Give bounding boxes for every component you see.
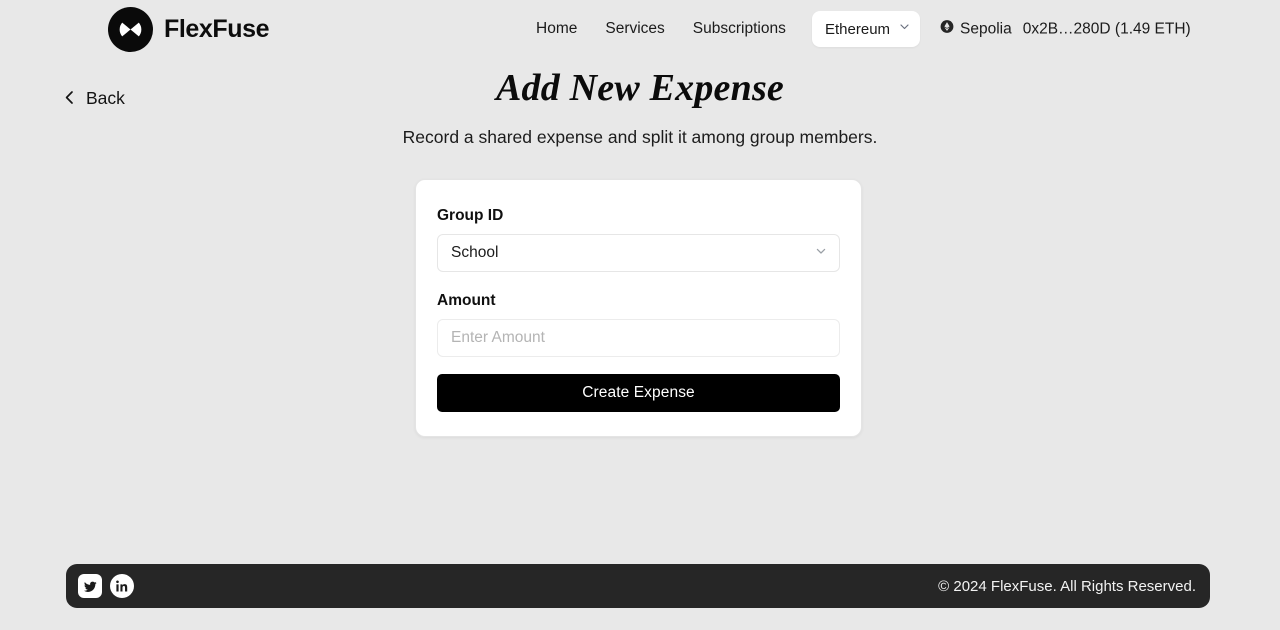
wallet-chain-label: Sepolia — [960, 20, 1012, 37]
amount-label: Amount — [437, 292, 496, 309]
nav-link-subscriptions[interactable]: Subscriptions — [693, 20, 786, 38]
back-button-label: Back — [86, 88, 125, 108]
amount-input[interactable] — [437, 319, 840, 357]
expense-form-card: Group ID School Amount Create Expense — [415, 179, 862, 437]
page-title: Add New Expense — [496, 67, 784, 109]
linkedin-icon[interactable] — [110, 574, 134, 598]
nav-link-home[interactable]: Home — [536, 20, 577, 38]
page-subtitle: Record a shared expense and split it amo… — [402, 126, 878, 147]
twitter-icon[interactable] — [78, 574, 102, 598]
brand-name: FlexFuse — [164, 14, 270, 43]
group-id-select[interactable]: School — [437, 234, 840, 272]
brand-logo[interactable]: FlexFuse — [108, 6, 270, 52]
group-id-label: Group ID — [437, 207, 504, 224]
page-hero: Add New Expense Record a shared expense … — [0, 66, 1280, 148]
social-links — [78, 574, 134, 598]
ethereum-network-icon — [940, 20, 954, 39]
chevron-down-icon — [898, 20, 911, 38]
nav-link-services[interactable]: Services — [605, 20, 664, 38]
site-footer: © 2024 FlexFuse. All Rights Reserved. — [66, 564, 1210, 608]
wallet-address-label: 0x2B…280D (1.49 ETH) — [1022, 20, 1191, 37]
site-header: FlexFuse Home Services Subscriptions Eth… — [0, 0, 1280, 58]
network-select-value: Ethereum — [825, 20, 891, 38]
flexfuse-logo-icon — [108, 6, 153, 52]
back-button[interactable]: Back — [62, 88, 125, 109]
copyright-text: © 2024 FlexFuse. All Rights Reserved. — [938, 577, 1196, 595]
group-id-select-value: School — [451, 244, 499, 261]
chevron-down-icon — [814, 244, 828, 263]
create-expense-button[interactable]: Create Expense — [437, 374, 840, 412]
wallet-status[interactable]: Sepolia 0x2B…280D (1.49 ETH) — [940, 20, 1191, 39]
network-select[interactable]: Ethereum — [812, 11, 920, 47]
main-nav: Home Services Subscriptions — [536, 20, 786, 38]
chevron-left-icon — [62, 89, 77, 109]
